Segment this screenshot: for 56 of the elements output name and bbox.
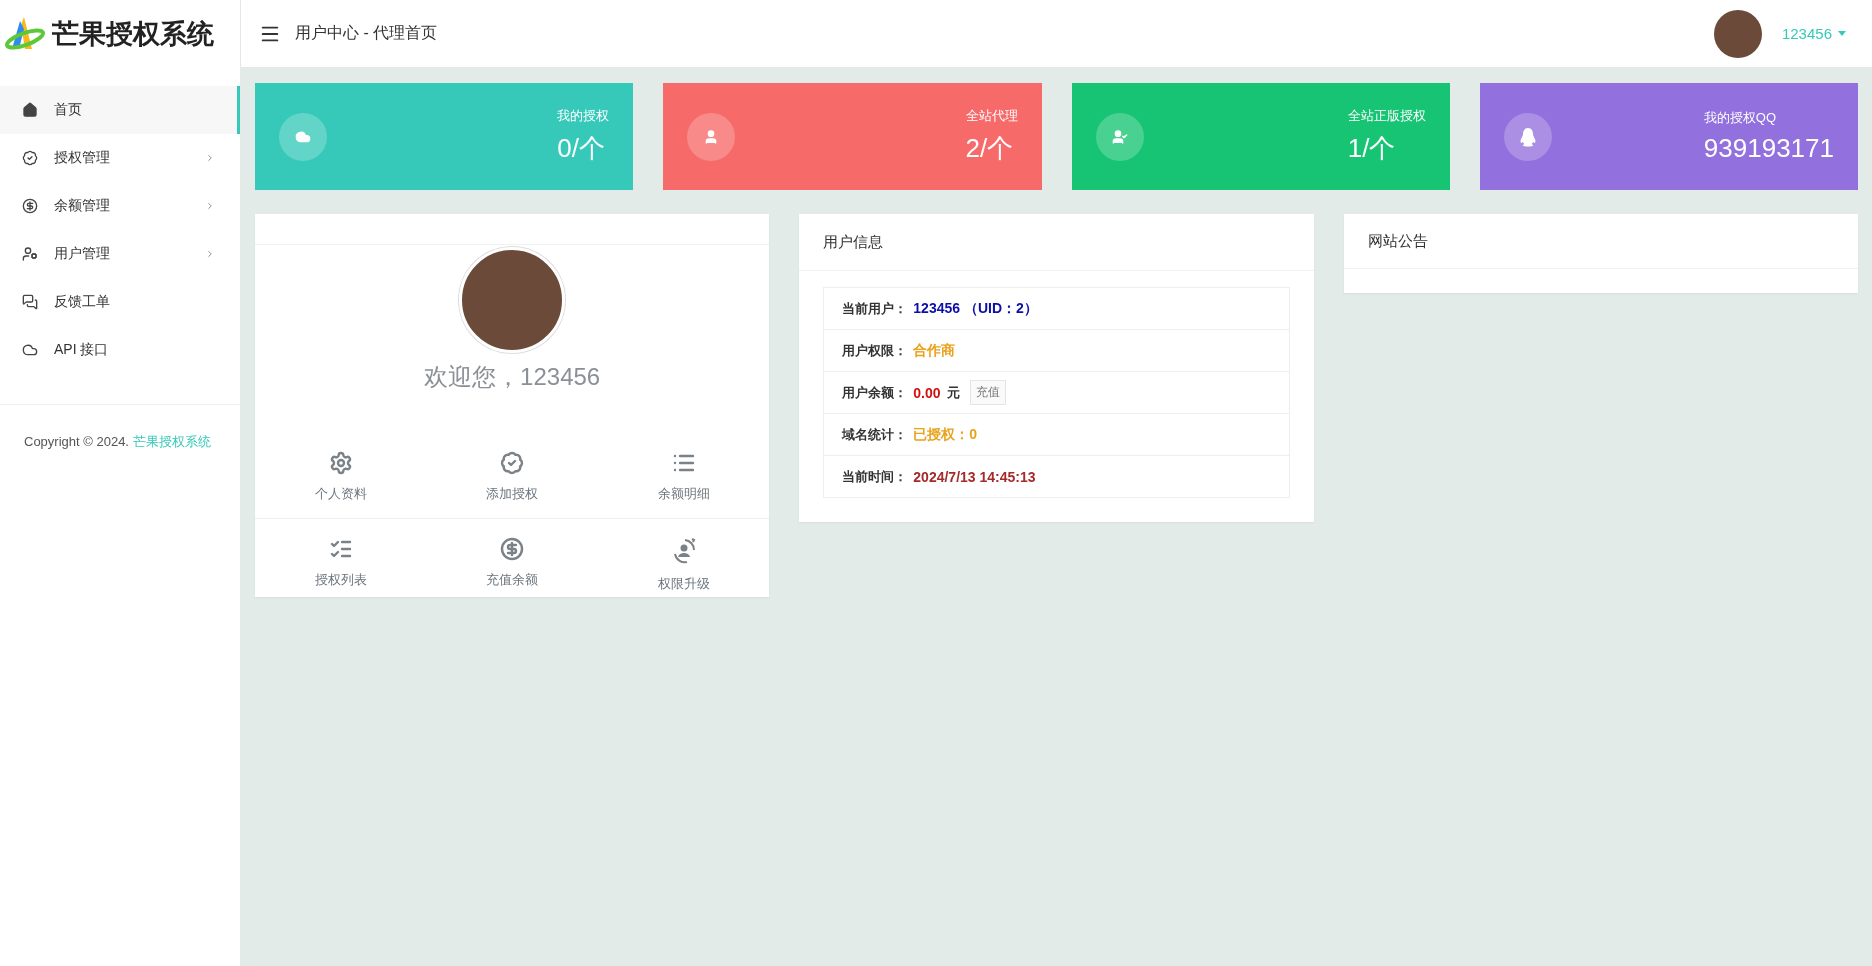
sidebar-item[interactable]: 反馈工单 xyxy=(0,278,240,326)
sidebar-item[interactable]: 余额管理 xyxy=(0,182,240,230)
info-label: 域名统计： xyxy=(842,425,908,444)
sidebar-item-label: API 接口 xyxy=(54,341,110,359)
sidebar-item-label: 授权管理 xyxy=(54,149,111,167)
sidebar-item-label: 用户管理 xyxy=(54,245,111,263)
info-label: 当前用户： xyxy=(842,299,908,318)
dollar-icon xyxy=(22,198,38,214)
user-check-icon xyxy=(1111,128,1128,145)
sidebar-item-label: 反馈工单 xyxy=(54,293,111,311)
sidebar-item[interactable]: 用户管理 xyxy=(0,230,240,278)
shortcut-button[interactable]: 授权列表 xyxy=(255,519,427,597)
stat-label: 我的授权QQ xyxy=(1703,109,1777,127)
cloud-icon xyxy=(22,342,38,358)
shortcut-button[interactable]: 权限升级 xyxy=(597,519,770,597)
stat-value: 0/个 xyxy=(557,132,605,165)
stat-label: 全站正版授权 xyxy=(1347,107,1426,125)
info-label: 用户权限： xyxy=(842,341,908,360)
user-gear-icon xyxy=(22,246,38,262)
badge-check-icon xyxy=(22,150,38,166)
shortcut-button[interactable]: 充值余额 xyxy=(426,519,598,597)
breadcrumb: 用户中心 - 代理首页 xyxy=(295,23,439,43)
chat-icon xyxy=(22,294,38,310)
penguin-icon xyxy=(1518,126,1537,147)
stat-value: 1/个 xyxy=(1347,132,1396,165)
info-value: 0.00 xyxy=(913,384,941,401)
shortcut-button[interactable]: 添加授权 xyxy=(426,437,598,519)
card-title: 网站公告 xyxy=(1367,231,1428,251)
shortcut-button[interactable]: 个人资料 xyxy=(255,437,427,519)
info-value: 已授权：0 xyxy=(913,425,978,444)
sidebar-item-label: 首页 xyxy=(54,101,83,119)
info-label: 用户余额： xyxy=(842,383,908,402)
stat-label: 我的授权 xyxy=(557,107,610,125)
stat-label: 全站代理 xyxy=(965,107,1018,125)
shortcut-button[interactable]: 余额明细 xyxy=(597,437,770,519)
info-value: 123456 （UID：2） xyxy=(913,299,1038,318)
brand-name: 芒果授权系统 xyxy=(52,17,214,51)
info-label: 当前时间： xyxy=(842,467,908,486)
dollar-icon xyxy=(500,537,525,561)
copyright-text: Copyright © 2024. 芒果授权系统 xyxy=(23,433,212,451)
home-icon xyxy=(22,102,38,118)
stat-value: 2/个 xyxy=(965,132,1014,165)
sidebar-item[interactable]: 授权管理 xyxy=(0,134,240,182)
currency-unit: 元 xyxy=(946,383,960,402)
sidebar-item[interactable]: API 接口 xyxy=(0,326,240,374)
badge-check-icon xyxy=(500,451,525,475)
info-value: 合作商 xyxy=(913,341,956,360)
stat-value: 939193171 xyxy=(1703,133,1834,164)
recharge-button[interactable]: 充值 xyxy=(969,380,1006,405)
info-value: 2024/7/13 14:45:13 xyxy=(913,468,1036,485)
sidebar-item[interactable]: 首页 xyxy=(0,86,240,134)
sidebar-item-label: 余额管理 xyxy=(54,197,111,215)
settings-icon xyxy=(328,451,353,475)
caret-icon xyxy=(1838,31,1846,36)
welcome-text: 欢迎您，123456 xyxy=(424,362,601,392)
card-title: 用户信息 xyxy=(823,232,884,252)
